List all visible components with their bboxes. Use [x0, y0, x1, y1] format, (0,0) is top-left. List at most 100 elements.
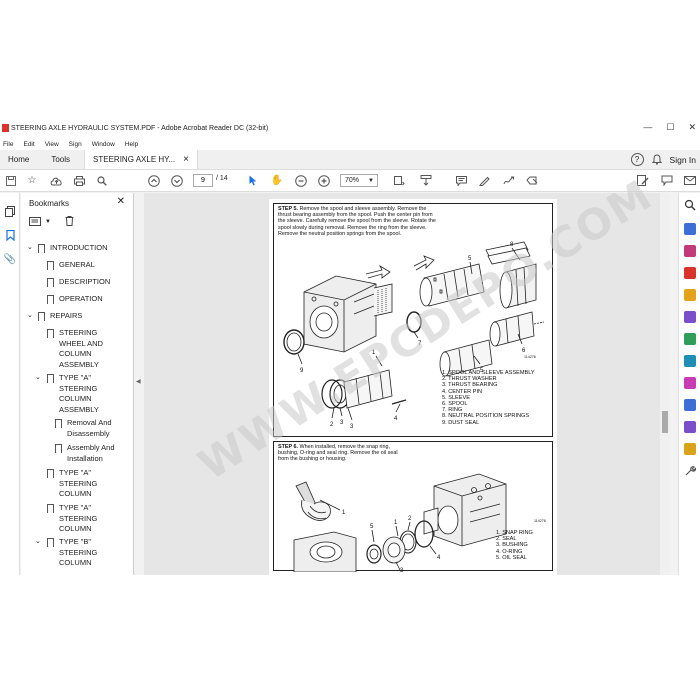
page-separator: / [216, 175, 218, 182]
bookmark-flag-icon [47, 469, 54, 478]
send-signature-icon[interactable] [684, 421, 696, 433]
fill-sign-icon[interactable] [525, 174, 538, 187]
previous-page-icon[interactable] [147, 174, 160, 187]
chevron-down-icon[interactable]: ⌄ [35, 537, 41, 548]
combine-files-icon[interactable] [684, 311, 696, 323]
menu-edit[interactable]: Edit [23, 141, 34, 148]
close-window-button[interactable]: ✕ [688, 122, 696, 133]
zoom-out-icon[interactable] [294, 174, 307, 187]
next-page-icon[interactable] [170, 174, 183, 187]
find-search-icon[interactable] [96, 174, 108, 187]
upload-cloud-icon[interactable] [49, 174, 63, 187]
more-tools-wrench-icon[interactable] [684, 465, 697, 477]
bookmark-star-icon[interactable]: ☆ [26, 174, 38, 187]
callout-4: 4 [437, 555, 441, 561]
save-icon[interactable] [5, 174, 17, 187]
menu-help[interactable]: Help [125, 141, 138, 148]
zoom-level-select[interactable]: 70% ▼ [340, 174, 378, 187]
help-icon[interactable]: ? [630, 153, 644, 166]
chevron-down-icon[interactable]: ⌄ [35, 373, 41, 384]
menu-file[interactable]: File [3, 141, 13, 148]
email-icon[interactable] [683, 174, 696, 187]
page-total: / 14 [216, 175, 228, 182]
bookmark-options-icon[interactable] [29, 216, 41, 228]
chevron-down-icon[interactable]: ⌄ [27, 243, 33, 254]
select-cursor-icon[interactable] [248, 174, 258, 187]
highlight-pen-icon[interactable] [478, 174, 490, 187]
create-pdf-icon[interactable] [684, 245, 696, 257]
attachments-paperclip-icon[interactable]: 📎 [4, 253, 16, 265]
draw-freehand-icon[interactable] [502, 174, 514, 187]
screenshot-margin-top [0, 0, 700, 118]
bookmark-type-a-steering-column-1[interactable]: TYPE "A" STEERING COLUMN [47, 468, 97, 500]
callout-3: 3 [400, 568, 404, 572]
bookmark-type-b-steering-column[interactable]: ⌄ TYPE "B" STEERING COLUMN [35, 537, 97, 569]
protect-icon[interactable] [684, 399, 696, 411]
bookmarks-panel-icon[interactable] [4, 229, 16, 241]
menu-sign[interactable]: Sign [69, 141, 82, 148]
bookmark-repairs[interactable]: ⌄ REPAIRS [27, 311, 122, 322]
scroll-mode-icon[interactable] [420, 174, 432, 187]
panel-splitter[interactable]: ◀ [134, 193, 144, 575]
menu-window[interactable]: Window [92, 141, 115, 148]
bookmarks-close-icon[interactable]: ✕ [117, 196, 125, 207]
print-icon[interactable] [73, 174, 85, 187]
organize-pages-icon[interactable] [684, 333, 696, 345]
stamp-tool-icon[interactable] [684, 443, 696, 455]
callout-3b: 3 [350, 424, 354, 430]
notification-bell-icon[interactable] [651, 154, 662, 165]
bookmark-label: TYPE "A" STEERING COLUMN [59, 503, 98, 533]
tab-close-icon[interactable]: × [183, 154, 189, 165]
callout-1: 1 [342, 510, 346, 516]
share-icon[interactable] [660, 174, 673, 187]
menu-view[interactable]: View [45, 141, 59, 148]
chevron-down-icon[interactable]: ⌄ [27, 311, 33, 322]
bookmark-introduction[interactable]: ⌄ INTRODUCTION [27, 243, 122, 254]
collapse-arrow-icon[interactable]: ◀ [136, 378, 141, 385]
legend-item: 9. DUST SEAL [442, 419, 480, 426]
maximize-button[interactable]: ☐ [666, 122, 674, 133]
hand-tool-icon[interactable]: ✋ [271, 174, 283, 187]
bookmark-flag-icon [47, 538, 54, 547]
bookmark-assembly-installation[interactable]: Assembly And Installation [55, 443, 123, 464]
tab-tools[interactable]: Tools [37, 150, 84, 169]
document-scrollbar-thumb[interactable] [662, 411, 668, 433]
bookmark-general[interactable]: GENERAL [47, 260, 122, 271]
chevron-down-icon[interactable]: ▼ [45, 219, 51, 225]
bookmark-operation[interactable]: OPERATION [47, 294, 122, 305]
scan-ocr-icon[interactable] [684, 355, 696, 367]
document-scrollbar[interactable] [660, 193, 670, 575]
adobe-pdf-icon[interactable] [684, 267, 696, 279]
bookmark-removal-disassembly[interactable]: Removal And Disassembly [55, 418, 123, 439]
comment-tool-icon[interactable] [684, 289, 696, 301]
zoom-in-icon[interactable] [317, 174, 330, 187]
minimize-button[interactable]: — [643, 122, 652, 133]
delete-bookmark-icon[interactable] [65, 216, 74, 228]
bookmark-description[interactable]: DESCRIPTION [47, 277, 122, 288]
page-number-input[interactable] [193, 174, 213, 187]
fit-page-icon[interactable] [392, 174, 406, 187]
page-thumbnails-icon[interactable] [4, 205, 16, 217]
tab-home[interactable]: Home [0, 150, 37, 169]
bookmark-flag-icon [47, 295, 54, 304]
bookmark-type-a-steering-column-assembly[interactable]: ⌄ TYPE "A" STEERING COLUMN ASSEMBLY [35, 373, 105, 415]
tab-bar: Home Tools STEERING AXLE HY... × ? Sign … [0, 150, 700, 170]
bookmark-label: GENERAL [59, 260, 95, 269]
bookmark-label: Assembly And Installation [67, 443, 115, 463]
acrobat-window: STEERING AXLE HYDRAULIC SYSTEM.PDF - Ado… [0, 118, 700, 575]
menu-bar: File Edit View Sign Window Help [0, 138, 700, 150]
tab-document[interactable]: STEERING AXLE HY... × [84, 150, 198, 169]
tab-home-label: Home [8, 155, 30, 164]
comment-icon[interactable] [455, 174, 467, 187]
edit-pdf-icon[interactable] [636, 174, 649, 187]
sign-in-button[interactable]: Sign In [670, 155, 696, 165]
screenshot-margin-bottom [0, 575, 700, 700]
bookmark-flag-icon [47, 261, 54, 270]
pdf-page: STEP 5. Remove the spool and sleeve asse… [269, 199, 557, 575]
search-tool-icon[interactable] [684, 199, 696, 211]
title-bar: STEERING AXLE HYDRAULIC SYSTEM.PDF - Ado… [0, 118, 700, 138]
fill-sign-tool-icon[interactable] [684, 377, 696, 389]
export-pdf-icon[interactable] [684, 223, 696, 235]
bookmark-type-a-steering-column-2[interactable]: TYPE "A" STEERING COLUMN [47, 503, 97, 535]
bookmark-steering-wheel-column[interactable]: STEERING WHEEL AND COLUMN ASSEMBLY [47, 328, 105, 370]
